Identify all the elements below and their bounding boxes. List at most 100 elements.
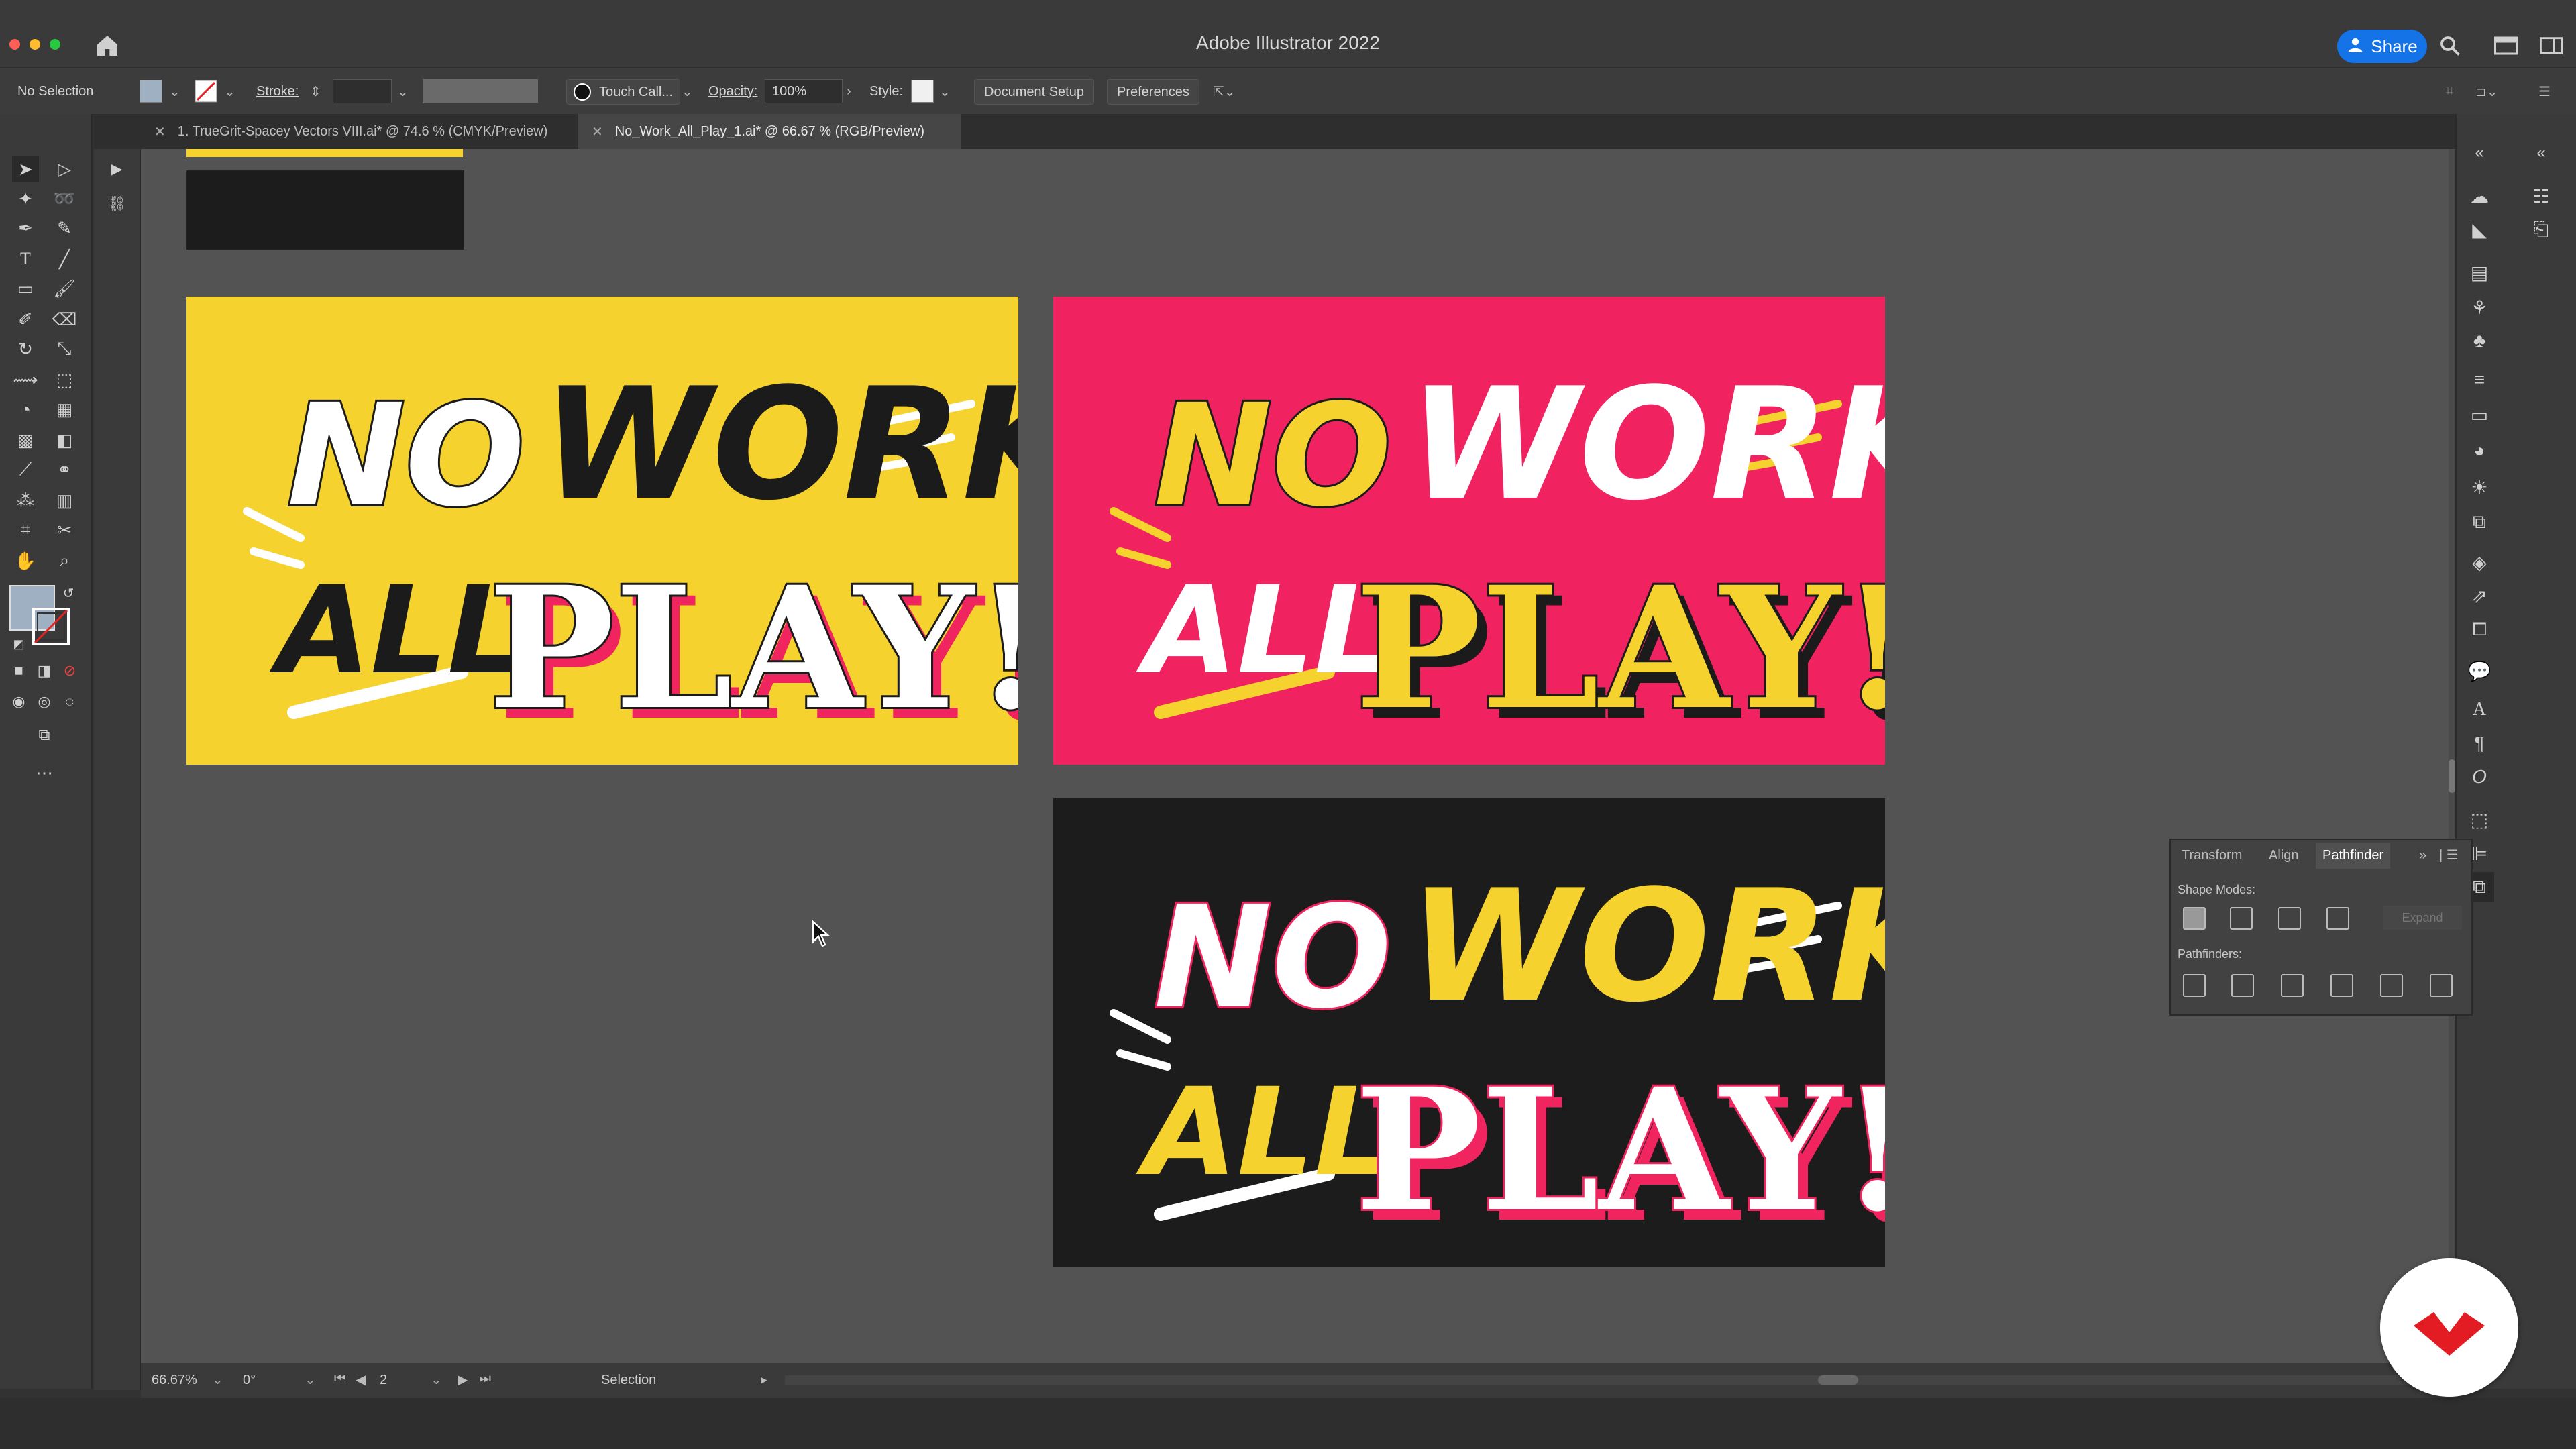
- eraser-icon[interactable]: ⌫: [51, 306, 78, 333]
- brush-definition-dropdown[interactable]: Touch Call...: [566, 79, 681, 105]
- screen-mode-icon[interactable]: ⧉: [31, 722, 58, 749]
- width-tool-icon[interactable]: ⟿: [12, 366, 39, 393]
- tab-align[interactable]: Align: [2269, 848, 2298, 863]
- magic-wand-icon[interactable]: ✦: [12, 185, 39, 212]
- tab-no-work-all-play[interactable]: ✕ No_Work_All_Play_1.ai* @ 66.67 % (RGB/…: [578, 114, 961, 149]
- swatches-icon[interactable]: ▤: [2465, 258, 2494, 287]
- draw-normal-icon[interactable]: ◉: [5, 688, 32, 715]
- artboards-icon[interactable]: ⧠: [2465, 614, 2494, 644]
- free-transform-icon[interactable]: ⬚: [51, 366, 78, 393]
- minus-back-icon[interactable]: [2430, 974, 2453, 997]
- draw-inside-icon[interactable]: ◌: [56, 688, 83, 715]
- opentype-icon[interactable]: O: [2465, 762, 2494, 792]
- stroke-swatch[interactable]: [195, 79, 217, 103]
- chevron-down-icon[interactable]: ⌄: [224, 79, 235, 103]
- blend-tool-icon[interactable]: ⚭: [51, 456, 78, 483]
- tab-transform[interactable]: Transform: [2182, 848, 2242, 863]
- scale-tool-icon[interactable]: ⤡: [51, 335, 78, 362]
- opacity-input[interactable]: 100%: [765, 79, 843, 103]
- chevron-down-icon[interactable]: ⌄: [169, 79, 180, 103]
- opacity-label[interactable]: Opacity:: [708, 79, 757, 103]
- merge-icon[interactable]: [2281, 974, 2304, 997]
- draw-behind-icon[interactable]: ◎: [31, 688, 58, 715]
- mesh-tool-icon[interactable]: ▩: [12, 427, 39, 453]
- chevron-down-icon[interactable]: ⌄: [212, 1371, 223, 1388]
- slice-tool-icon[interactable]: ✂: [51, 517, 78, 543]
- none-mode-icon[interactable]: ⊘: [56, 657, 83, 684]
- first-artboard-icon[interactable]: ⏮: [334, 1371, 346, 1387]
- rotation-value[interactable]: 0°: [243, 1373, 256, 1388]
- stroke-weight-input[interactable]: [333, 79, 392, 103]
- paragraph-icon[interactable]: ¶: [2465, 729, 2494, 758]
- perspective-grid-icon[interactable]: ▦: [51, 396, 78, 423]
- links-icon[interactable]: ⛓: [103, 191, 130, 217]
- horizontal-scrollbar[interactable]: [785, 1375, 2449, 1385]
- tab-pathfinder[interactable]: Pathfinder: [2316, 843, 2391, 869]
- brushes-icon[interactable]: ⚘: [2465, 292, 2494, 322]
- chevron-down-icon[interactable]: ⌄: [431, 1371, 442, 1388]
- align-icon[interactable]: ⌗: [2446, 79, 2453, 103]
- stroke-label[interactable]: Stroke:: [256, 79, 299, 103]
- default-colors-icon[interactable]: ◩: [5, 631, 32, 657]
- transparency-icon[interactable]: ◕: [2465, 436, 2494, 466]
- edit-toolbar-icon[interactable]: ⋯: [31, 759, 58, 786]
- scroll-thumb[interactable]: [2449, 759, 2455, 793]
- graph-tool-icon[interactable]: ▥: [51, 487, 78, 514]
- layers-icon[interactable]: ◈: [2465, 547, 2494, 577]
- type-tool-icon[interactable]: T: [12, 246, 39, 272]
- artboard-black[interactable]: NO WORK ALL PLAY! PLAY!: [1053, 798, 1885, 1267]
- symbols-icon[interactable]: ♣: [2465, 326, 2494, 356]
- chevron-down-icon[interactable]: ⌄: [397, 79, 409, 103]
- double-chevron-icon[interactable]: »: [2419, 848, 2426, 863]
- expand-button[interactable]: Expand: [2383, 906, 2462, 930]
- chevron-down-icon[interactable]: ⌄: [939, 79, 951, 103]
- chevron-right-icon[interactable]: ›: [847, 79, 851, 103]
- lasso-icon[interactable]: ➿: [51, 185, 78, 212]
- swap-colors-icon[interactable]: ↺: [55, 580, 82, 606]
- panel-toggle-icon[interactable]: [2540, 35, 2563, 56]
- chevron-right-icon[interactable]: ▸: [761, 1371, 767, 1388]
- outline-icon[interactable]: [2380, 974, 2403, 997]
- stroke-color-box[interactable]: [32, 608, 70, 645]
- play-action-icon[interactable]: ▶: [103, 156, 130, 182]
- stroke-panel-icon[interactable]: ≡: [2465, 365, 2494, 394]
- double-chevron-icon[interactable]: «: [2526, 138, 2556, 168]
- crop-icon[interactable]: [2330, 974, 2353, 997]
- paintbrush-icon[interactable]: 🖌: [51, 275, 78, 302]
- menu-icon[interactable]: ☰: [2538, 79, 2551, 103]
- gradient-mode-icon[interactable]: ◨: [31, 657, 58, 684]
- fill-swatch[interactable]: [140, 79, 162, 103]
- zoom-level[interactable]: 66.67%: [152, 1373, 197, 1388]
- chevron-down-icon[interactable]: ⌄: [305, 1371, 316, 1388]
- zoom-tool-icon[interactable]: ⌕: [51, 547, 78, 574]
- selection-tool-icon[interactable]: ➤: [12, 156, 39, 182]
- chevron-down-icon[interactable]: ⌄: [682, 79, 693, 103]
- stepper-icon[interactable]: ⇕: [310, 79, 321, 103]
- previous-artboard-icon[interactable]: ◀: [356, 1371, 366, 1388]
- curvature-tool-icon[interactable]: ✎: [51, 215, 78, 241]
- scroll-thumb[interactable]: [1818, 1375, 1858, 1385]
- vertical-scrollbar[interactable]: [2449, 149, 2455, 1363]
- eyedropper-icon[interactable]: ⟋: [12, 456, 39, 483]
- graphic-styles-icon[interactable]: ⧉: [2465, 507, 2494, 537]
- properties-icon[interactable]: ☷: [2526, 181, 2556, 211]
- symbol-sprayer-icon[interactable]: ⁂: [12, 487, 39, 514]
- document-setup-button[interactable]: Document Setup: [974, 79, 1094, 105]
- last-artboard-icon[interactable]: ⏭: [479, 1371, 491, 1387]
- rectangle-tool-icon[interactable]: ▭: [12, 275, 39, 302]
- exclude-icon[interactable]: [2326, 907, 2349, 930]
- arrange-documents-icon[interactable]: ⇱⌄: [1213, 79, 1236, 103]
- transform-panel-icon[interactable]: ⬚: [2465, 805, 2494, 835]
- close-tab-icon[interactable]: ✕: [592, 123, 603, 140]
- canvas[interactable]: NO WORK ALL PLAY! PLAY! NO WORK ALL PLAY…: [141, 149, 2455, 1363]
- rotate-tool-icon[interactable]: ↻: [12, 335, 39, 362]
- appearance-icon[interactable]: ☀: [2465, 472, 2494, 502]
- divide-icon[interactable]: [2183, 974, 2206, 997]
- transform-icon[interactable]: ⊐⌄: [2475, 79, 2498, 103]
- hand-tool-icon[interactable]: ✋: [12, 547, 39, 574]
- export-icon[interactable]: ⎗: [2526, 215, 2556, 244]
- asset-export-icon[interactable]: ⇗: [2465, 581, 2494, 610]
- pen-tool-icon[interactable]: ✒: [12, 215, 39, 241]
- gradient-tool-icon[interactable]: ◧: [51, 427, 78, 453]
- workspace-icon[interactable]: [2494, 35, 2518, 56]
